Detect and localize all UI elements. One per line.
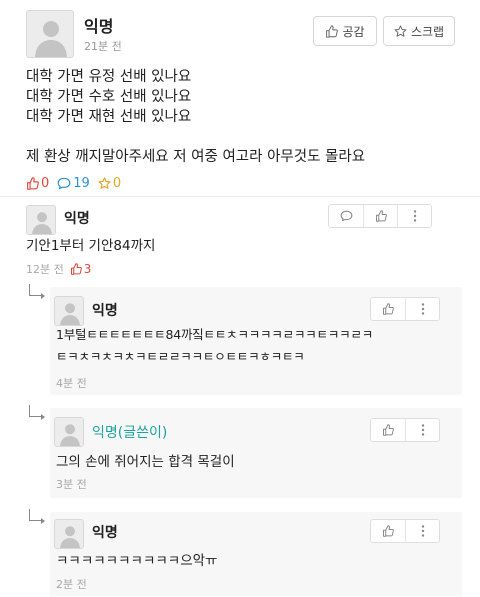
thumbs-up-icon	[383, 303, 394, 315]
comment-like-count-value: 3	[83, 262, 92, 276]
reply-text-line: 그의 손에 쥐어지는 합격 목걸이	[56, 454, 235, 470]
reply-avatar	[54, 417, 84, 447]
post-body-line: 제 환상 깨지말아주세요 저 여중 여고라 아무것도 몰라요	[26, 149, 366, 165]
reply-more-button[interactable]	[405, 520, 439, 542]
reply-author-writer: 익명(글쓴이)	[92, 425, 168, 441]
post-body-blank-line	[26, 127, 365, 147]
post-comment-count: 19	[57, 176, 90, 191]
reply-actions	[370, 297, 440, 321]
reply-author: 익명	[92, 303, 118, 319]
thumbs-up-icon	[27, 177, 39, 190]
reply-text-line: 1부털ㅌㅌㅌㅌㅌㅌㅌ84까짘ㅌㅌㅊㅋㅋㅋㅋㄹㅋㅋㅌㅋㅋㄹㅋ	[56, 327, 374, 342]
comment-meta: 12분 전 3	[26, 261, 91, 277]
thumbs-up-icon	[70, 263, 82, 275]
reply-meta: 2분 전	[56, 576, 87, 592]
reply-actions	[370, 418, 440, 442]
reply-arrow-icon	[29, 509, 45, 524]
reply-text-line: ㅋㅋㅋㅋㅋㅋㅋㅋㅋㅋ으악ㅠ	[56, 553, 218, 569]
post-scrap-button-label: 스크랩	[410, 24, 445, 39]
thumbs-up-icon	[326, 24, 339, 38]
avatar-placeholder-icon	[60, 303, 80, 325]
star-icon	[394, 24, 407, 37]
reply-meta: 3분 전	[56, 476, 87, 492]
speech-bubble-icon	[340, 210, 352, 222]
post-body: 대학 가면 유정 선배 있나요 대학 가면 수호 선배 있나요 대학 가면 재현…	[26, 67, 365, 167]
reply-more-button[interactable]	[405, 298, 439, 320]
reply-author: 익명	[92, 525, 118, 541]
avatar-placeholder-icon	[35, 21, 67, 57]
post-like-button[interactable]: 공감	[313, 16, 377, 46]
more-vertical-icon	[421, 303, 424, 315]
post-body-line: 대학 가면 유정 선배 있나요	[26, 69, 192, 85]
thumbs-up-icon	[383, 525, 394, 537]
post-like-button-label: 공감	[342, 24, 365, 39]
post-author-avatar	[26, 10, 74, 58]
reply-timestamp: 3분 전	[56, 478, 87, 491]
post-body-line: 대학 가면 재현 선배 있나요	[26, 109, 192, 125]
reply-like-button[interactable]	[371, 520, 405, 542]
avatar-placeholder-icon	[60, 424, 80, 446]
more-vertical-icon	[413, 210, 416, 222]
comment-timestamp: 12분 전	[26, 263, 64, 276]
avatar-placeholder-icon	[60, 526, 80, 548]
post-author-name: 익명	[84, 17, 114, 36]
post-scrap-count: 0	[98, 176, 121, 191]
reply-avatar	[54, 296, 84, 326]
more-vertical-icon	[421, 525, 424, 537]
reply-arrow-icon	[29, 405, 45, 420]
reply-arrow-icon	[29, 284, 45, 299]
reply-timestamp: 2분 전	[56, 578, 87, 591]
post-like-count: 0	[26, 176, 49, 191]
comment-actions	[328, 204, 432, 228]
post-body-line: 대학 가면 수호 선배 있나요	[26, 89, 192, 105]
post-comment-count-value: 19	[73, 176, 90, 191]
thumbs-up-icon	[375, 210, 387, 222]
star-icon	[98, 177, 111, 189]
post-scrap-count-value: 0	[112, 176, 122, 191]
speech-bubble-icon	[57, 177, 71, 190]
post-stats: 0 19 0	[26, 176, 129, 191]
reply-like-button[interactable]	[371, 419, 405, 441]
comment-like-count: 3	[70, 262, 92, 276]
reply-more-button[interactable]	[405, 419, 439, 441]
post-comments-divider	[0, 196, 480, 197]
reply-avatar	[54, 519, 84, 549]
reply-timestamp: 4분 전	[56, 377, 87, 390]
thumbs-up-icon	[383, 424, 394, 436]
comment-avatar	[26, 205, 56, 235]
reply-meta: 4분 전	[56, 375, 87, 391]
post-scrap-button[interactable]: 스크랩	[383, 16, 455, 46]
post-like-count-value: 0	[41, 176, 50, 191]
reply-like-button[interactable]	[371, 298, 405, 320]
reply-actions	[370, 519, 440, 543]
post-timestamp: 21분 전	[84, 40, 122, 53]
comment-more-button[interactable]	[397, 205, 431, 227]
comment-reply-button[interactable]	[329, 205, 363, 227]
comment-like-button[interactable]	[363, 205, 397, 227]
comment-author: 익명	[64, 211, 90, 227]
avatar-placeholder-icon	[32, 212, 52, 234]
more-vertical-icon	[421, 424, 424, 436]
reply-text-line: ㅌㅋㅊㅋㅊㅋㅊㅋㅌㄹㄹㅋㅋㅌㅇㅌㅌㅋㅎㅋㅌㅋ	[56, 349, 305, 364]
comment-text: 기안1부터 기안84까지	[26, 238, 156, 254]
